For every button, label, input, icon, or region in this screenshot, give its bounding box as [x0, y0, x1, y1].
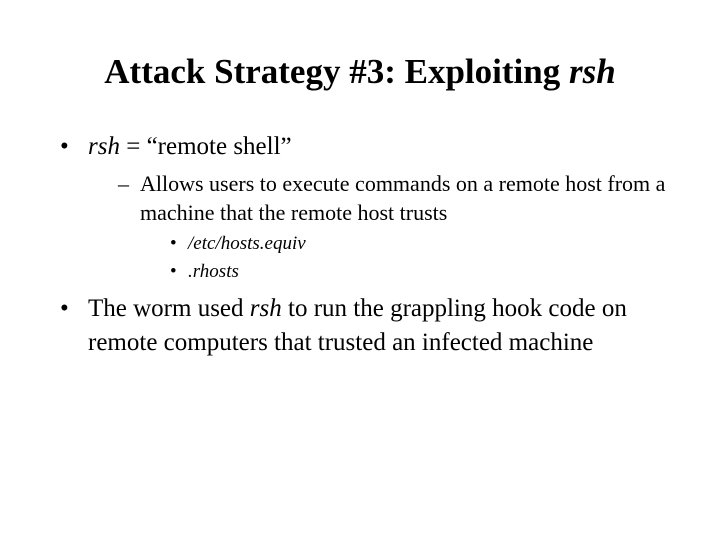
- title-text: Attack Strategy #3: Exploiting: [104, 52, 569, 91]
- file-list: /etc/hosts.equiv .rhosts: [140, 231, 672, 284]
- bullet-2: The worm used rsh to run the grappling h…: [60, 292, 672, 360]
- file-item-1: /etc/hosts.equiv: [170, 231, 672, 257]
- bullet-list: rsh = “remote shell” Allows users to exe…: [48, 130, 672, 360]
- bullet-1-text: = “remote shell”: [120, 133, 292, 160]
- bullet-1: rsh = “remote shell” Allows users to exe…: [60, 130, 672, 284]
- slide: Attack Strategy #3: Exploiting rsh rsh =…: [0, 0, 720, 540]
- title-emphasis: rsh: [569, 52, 616, 91]
- sub-bullet-list: Allows users to execute commands on a re…: [88, 170, 672, 284]
- slide-title: Attack Strategy #3: Exploiting rsh: [48, 52, 672, 92]
- sub-bullet-1: Allows users to execute commands on a re…: [118, 170, 672, 284]
- file-item-2: .rhosts: [170, 259, 672, 285]
- bullet-2-emphasis: rsh: [250, 295, 282, 322]
- bullet-1-emphasis: rsh: [88, 133, 120, 160]
- bullet-2-pre: The worm used: [88, 295, 250, 322]
- sub-bullet-1-text: Allows users to execute commands on a re…: [140, 171, 665, 225]
